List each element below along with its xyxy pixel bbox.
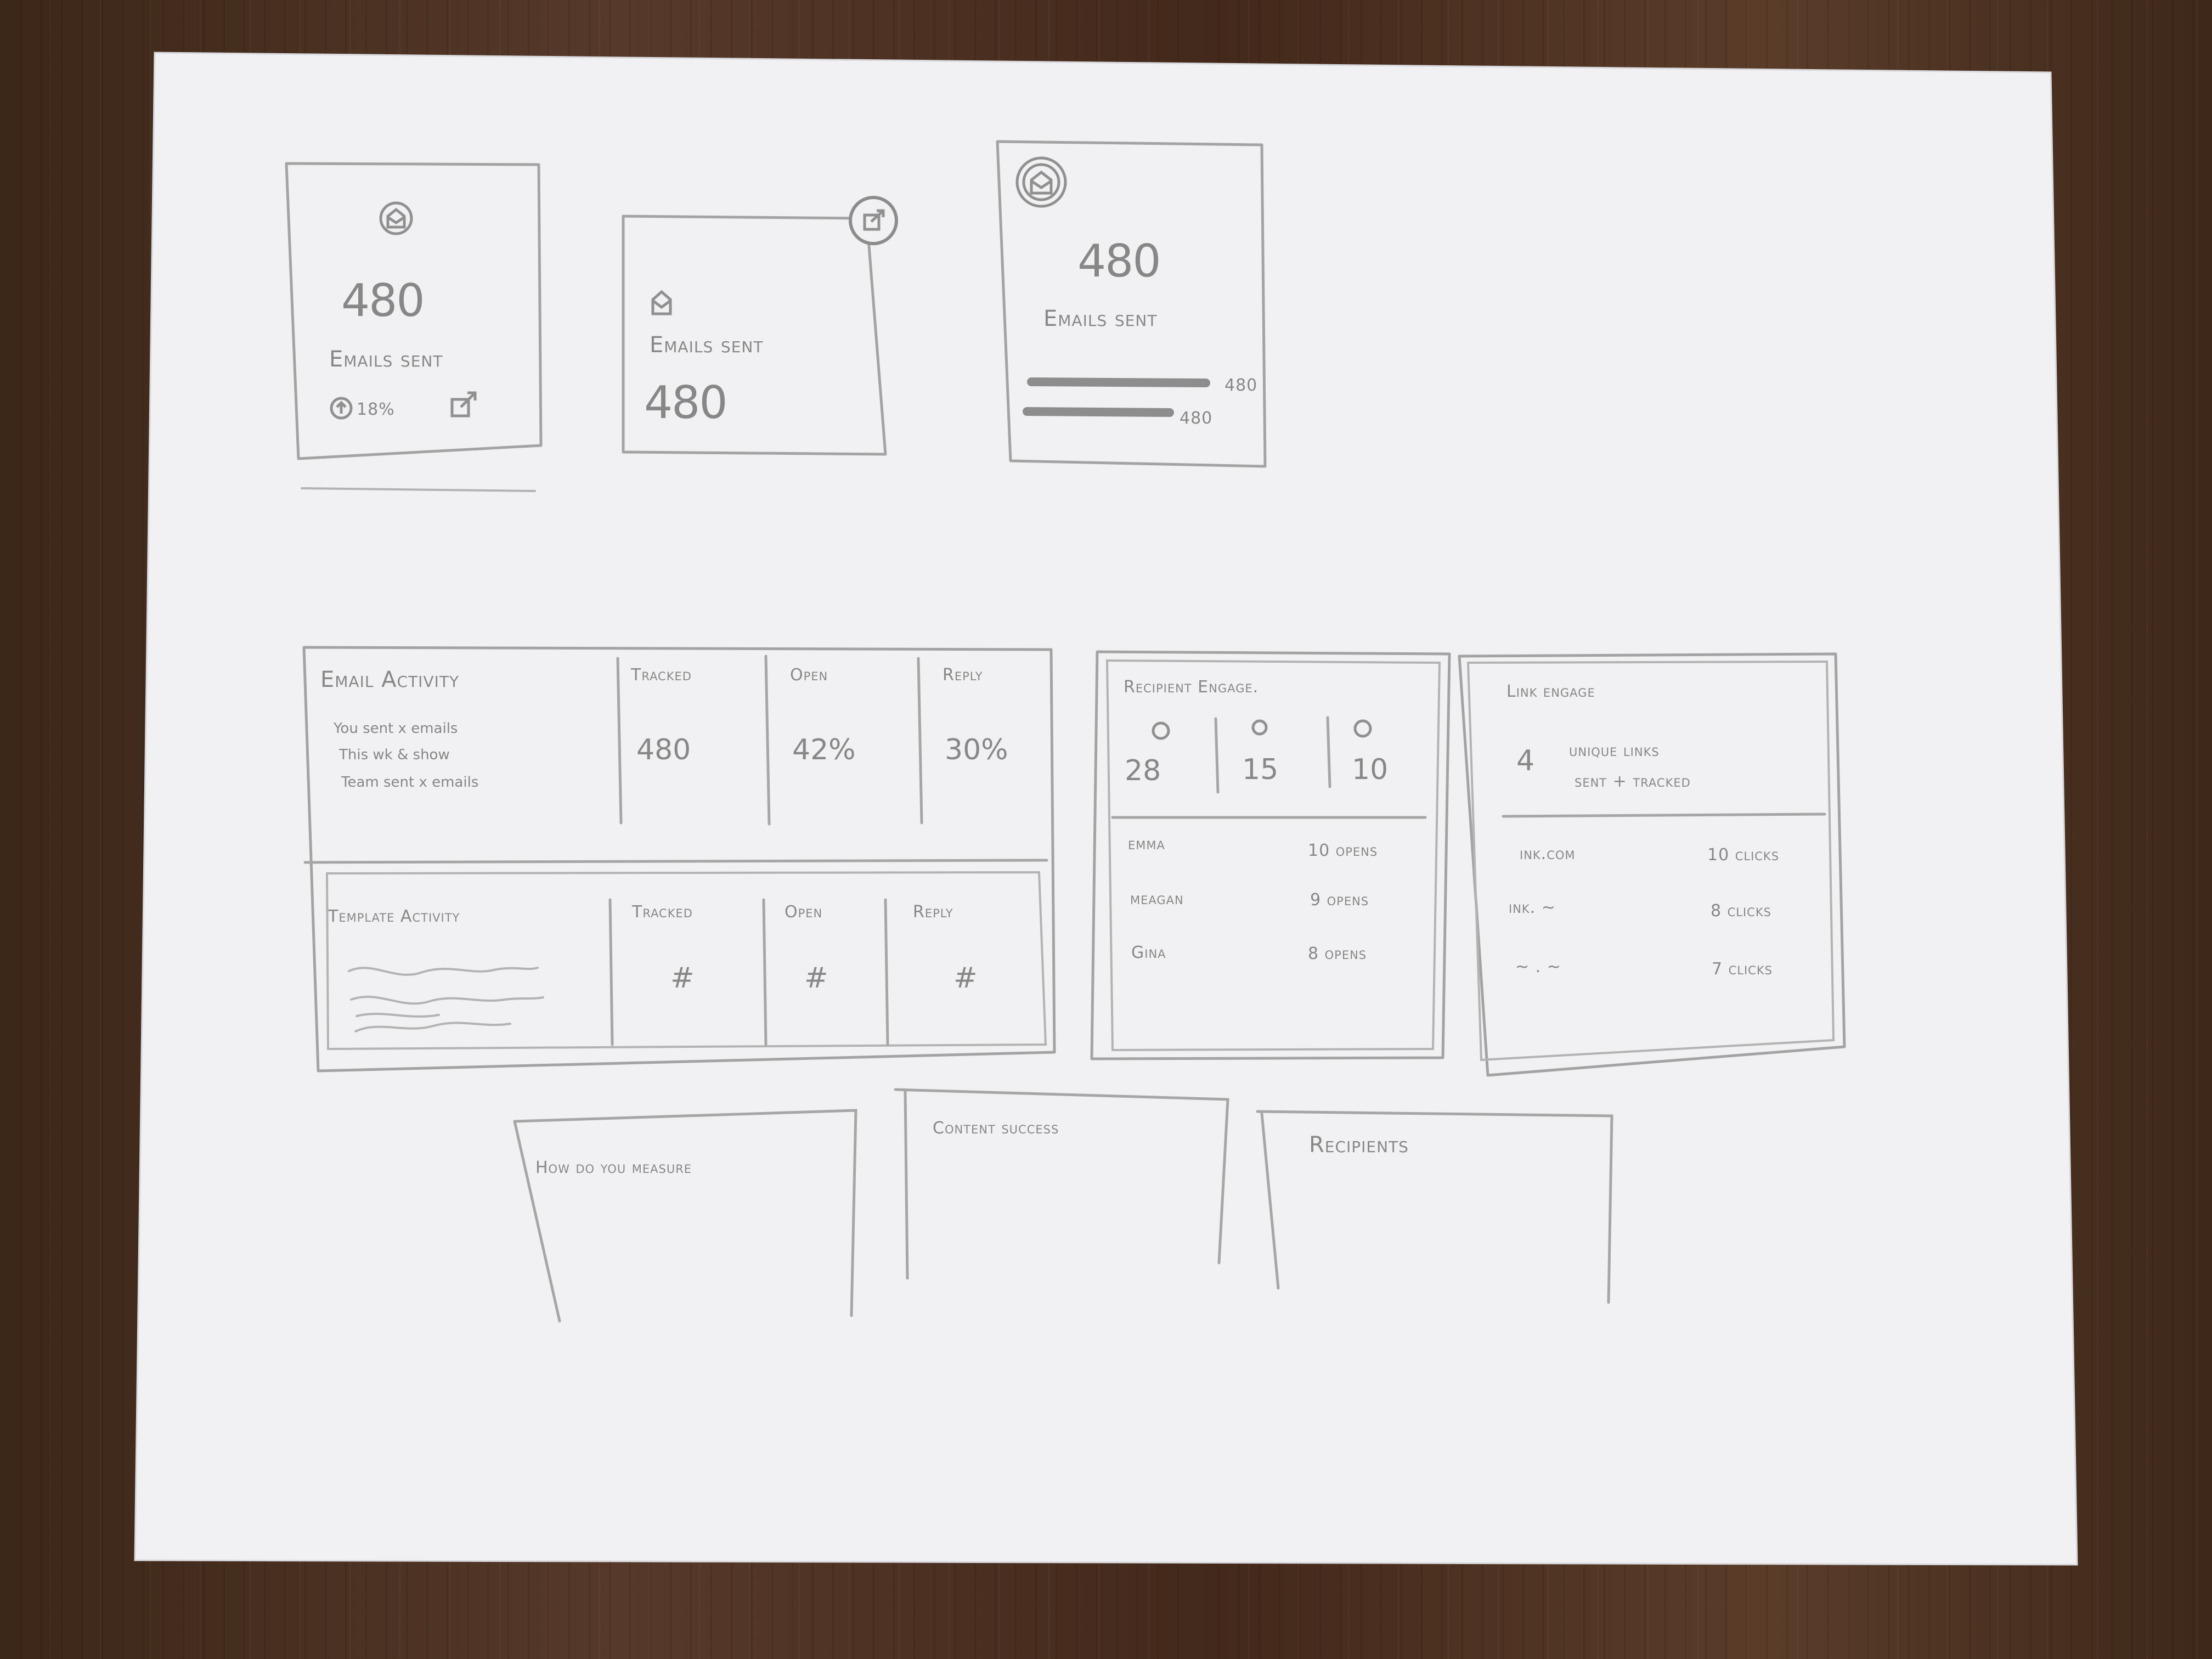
link-engage-headline-1: unique links (1569, 741, 1660, 760)
recipient-row-1-value: 10 opens (1308, 841, 1378, 860)
recipient-row-3-value: 8 opens (1308, 944, 1367, 963)
recipient-stat-3: 10 (1352, 753, 1388, 786)
template-activity-title: Template Activity (328, 907, 460, 926)
email-activity-title: Email Activity (320, 667, 459, 692)
link-engage-count: 4 (1516, 744, 1534, 777)
link-engage-title: Link engage (1506, 682, 1595, 701)
card2-value: 480 (644, 377, 727, 429)
link-row-2-value: 8 clicks (1711, 901, 1771, 921)
email-col-open-value: 42% (792, 733, 856, 766)
link-row-1-value: 10 clicks (1707, 845, 1779, 865)
sketch-paper: 480 Emails sent 18% Emails sent 480 480 … (134, 52, 2078, 1566)
template-col-reply-label: Reply (913, 902, 953, 922)
template-col-reply-value: # (953, 962, 978, 995)
email-activity-desc-3: Team sent x emails (341, 774, 478, 791)
email-col-tracked-label: Tracked (630, 665, 692, 685)
recipient-row-1-name: emma (1128, 834, 1165, 854)
recipient-stat-1: 28 (1125, 754, 1161, 787)
template-col-tracked-label: Tracked (631, 902, 693, 922)
template-col-open-value: # (804, 962, 828, 995)
link-engage-headline-2: sent + tracked (1575, 772, 1691, 791)
email-activity-desc-2: This wk & show (338, 747, 450, 763)
link-row-3-name: ~ . ~ (1515, 957, 1561, 977)
bottom-how-label: How do you measure (535, 1158, 692, 1177)
svg-text:480: 480 (1224, 376, 1257, 395)
card2-label: Emails sent (650, 332, 763, 358)
card1-label: Emails sent (329, 347, 443, 372)
recipient-engage-title: Recipient Engage. (1124, 678, 1259, 697)
card1-delta: 18% (357, 400, 395, 419)
link-row-1-name: ink.com (1520, 844, 1576, 864)
svg-text:480: 480 (1180, 409, 1212, 428)
card1-value: 480 (341, 275, 424, 327)
corner-external-link-icon[interactable] (849, 196, 898, 245)
recipient-row-3-name: Gina (1131, 943, 1166, 962)
recipient-stat-2: 15 (1242, 753, 1278, 786)
template-col-open-label: Open (785, 902, 822, 922)
email-col-reply-value: 30% (945, 733, 1008, 766)
recipient-row-2-name: meagan (1130, 889, 1184, 909)
email-activity-desc-1: You sent x emails (333, 720, 458, 737)
card3-label: Emails sent (1043, 306, 1157, 331)
email-col-reply-label: Reply (943, 665, 983, 685)
link-row-3-value: 7 clicks (1712, 960, 1773, 979)
template-col-tracked-value: # (670, 962, 695, 995)
email-col-tracked-value: 480 (636, 733, 691, 766)
bottom-content-label: Content success (933, 1119, 1059, 1138)
recipient-row-2-value: 9 opens (1310, 890, 1369, 910)
bottom-recipients-label: Recipients (1309, 1132, 1409, 1158)
email-col-open-label: Open (790, 665, 828, 685)
link-row-2-name: ink. ~ (1509, 898, 1556, 917)
card3-value: 480 (1077, 235, 1160, 287)
